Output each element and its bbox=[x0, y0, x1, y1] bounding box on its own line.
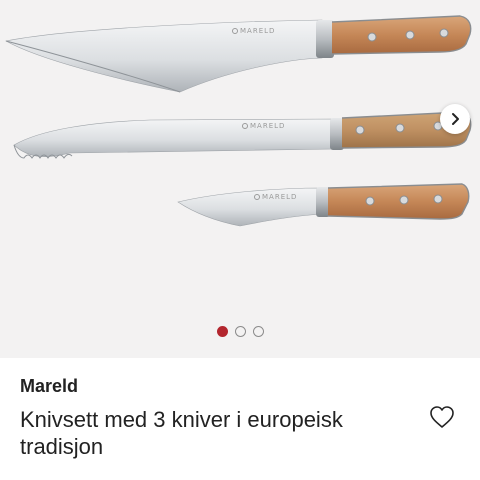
gallery-pagination bbox=[0, 326, 480, 337]
bread-knife bbox=[13, 111, 472, 159]
blade-stamp-paring: MARELD bbox=[254, 193, 297, 201]
heart-outline-icon[interactable] bbox=[428, 404, 456, 430]
brand-mark-icon bbox=[254, 194, 260, 200]
gallery-dot-1[interactable] bbox=[216, 326, 228, 337]
blade-stamp-text: MARELD bbox=[240, 27, 276, 35]
product-brand[interactable]: Mareld bbox=[20, 376, 78, 397]
brand-mark-icon bbox=[232, 28, 238, 34]
gallery-next-button[interactable] bbox=[440, 104, 470, 134]
blade-stamp-chef: MARELD bbox=[232, 27, 275, 35]
knife-set-image bbox=[5, 15, 472, 227]
gallery-dot-3[interactable] bbox=[252, 326, 264, 337]
blade-stamp-text: MARELD bbox=[262, 193, 298, 201]
gallery-dot-2[interactable] bbox=[234, 326, 246, 337]
blade-stamp-text: MARELD bbox=[250, 122, 286, 130]
brand-mark-icon bbox=[242, 123, 248, 129]
blade-stamp-bread: MARELD bbox=[242, 122, 285, 130]
chevron-right-icon bbox=[452, 113, 459, 125]
product-image-gallery[interactable]: MARELD MARELD MARELD bbox=[0, 0, 480, 358]
product-title: Knivsett med 3 kniver i europeisk tradis… bbox=[20, 407, 343, 459]
paring-knife bbox=[177, 183, 470, 227]
